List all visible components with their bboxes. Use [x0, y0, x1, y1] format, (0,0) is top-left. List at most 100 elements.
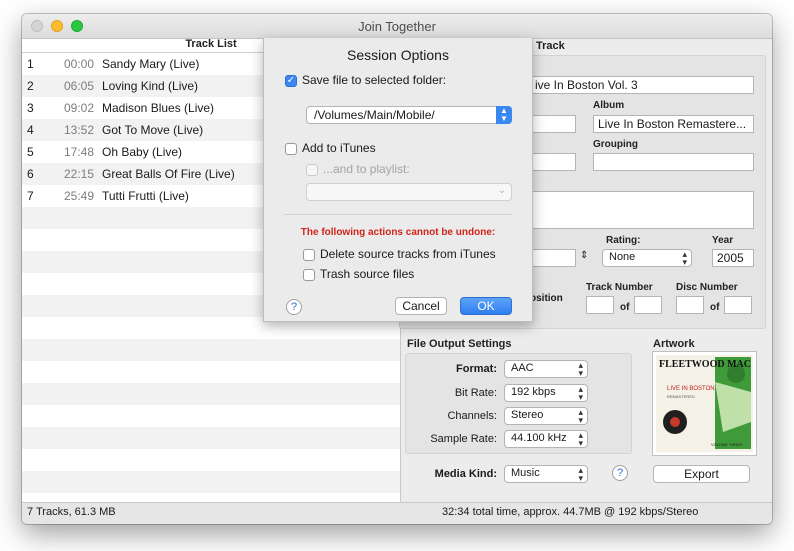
- empty-row: [22, 427, 400, 449]
- trash-source-files-checkbox[interactable]: [303, 269, 315, 281]
- channels-label: Channels:: [447, 410, 497, 422]
- rating-value: None: [609, 251, 636, 263]
- chevron-updown-icon: ▴ ▾: [578, 384, 583, 402]
- cover-album-text: LIVE IN BOSTON: [667, 386, 715, 392]
- channels-value: Stereo: [511, 409, 544, 421]
- composer-field[interactable]: [530, 153, 576, 171]
- status-output-summary: 32:34 total time, approx. 44.7MB @ 192 k…: [442, 506, 699, 518]
- media-kind-popup[interactable]: Music ▴ ▾: [504, 465, 588, 483]
- track-num: 7: [27, 189, 34, 203]
- disc-number-field[interactable]: [676, 296, 704, 314]
- track-number-field[interactable]: [586, 296, 614, 314]
- folder-value: /Volumes/Main/Mobile/: [314, 108, 435, 122]
- samplerate-label: Sample Rate:: [430, 433, 497, 445]
- track-num: 6: [27, 167, 34, 181]
- empty-row: [22, 339, 400, 361]
- cover-band-text: FLEETWOOD MAC: [659, 359, 751, 370]
- disc-of-label: of: [710, 302, 720, 313]
- empty-row: [22, 449, 400, 471]
- delete-source-tracks-label: Delete source tracks from iTunes: [320, 247, 496, 261]
- track-time: 25:49: [63, 189, 94, 203]
- track-name: Great Balls Of Fire (Live): [102, 167, 235, 181]
- artwork-section-title: Artwork: [653, 338, 695, 350]
- empty-row: [22, 471, 400, 493]
- track-time: 09:02: [63, 101, 94, 115]
- status-bar: 7 Tracks, 61.3 MB 32:34 total time, appr…: [22, 502, 772, 524]
- track-count-field[interactable]: [634, 296, 662, 314]
- add-to-playlist-checkbox[interactable]: [306, 164, 318, 176]
- chevron-updown-icon: ▴ ▾: [682, 249, 687, 267]
- year-label: Year: [712, 235, 734, 246]
- separator: [284, 214, 512, 215]
- trash-source-files-label: Trash source files: [320, 267, 415, 281]
- sheet-title: Session Options: [347, 47, 449, 63]
- album-field[interactable]: Live In Boston Remastere...: [593, 115, 754, 133]
- grouping-label: Grouping: [593, 139, 638, 150]
- track-time: 22:15: [63, 167, 94, 181]
- rating-label: Rating:: [606, 235, 641, 246]
- album-cover-image: FLEETWOOD MAC LIVE IN BOSTON REMASTERED …: [656, 355, 753, 452]
- track-num: 3: [27, 101, 34, 115]
- track-time: 00:00: [63, 57, 94, 71]
- save-to-folder-checkbox[interactable]: ✓: [285, 75, 297, 87]
- channels-popup[interactable]: Stereo ▴ ▾: [504, 407, 588, 425]
- chevron-down-icon: ⌄: [497, 185, 506, 196]
- question-mark-icon[interactable]: ?: [286, 299, 302, 315]
- bitrate-label: Bit Rate:: [454, 387, 497, 399]
- track-time: 06:05: [63, 79, 94, 93]
- genre-stepper-icon[interactable]: ⇕: [580, 250, 588, 261]
- cancel-button[interactable]: Cancel: [395, 297, 447, 315]
- grouping-field[interactable]: [593, 153, 754, 171]
- track-num: 2: [27, 79, 34, 93]
- position-label: osition: [530, 293, 563, 304]
- playlist-popup[interactable]: ⌄: [306, 183, 512, 201]
- samplerate-value: 44.100 kHz: [511, 432, 567, 444]
- track-time: 17:48: [63, 145, 94, 159]
- track-of-label: of: [620, 302, 630, 313]
- cover-sub-text: REMASTERED: [667, 394, 695, 399]
- delete-source-tracks-checkbox[interactable]: [303, 249, 315, 261]
- media-kind-label: Media Kind:: [434, 468, 497, 480]
- track-name: Tutti Frutti (Live): [102, 189, 189, 203]
- irreversible-warning: The following actions cannot be undone:: [300, 227, 496, 238]
- genre-field[interactable]: [530, 249, 576, 267]
- disc-number-label: Disc Number: [676, 282, 738, 293]
- track-num: 1: [27, 57, 34, 71]
- format-value: AAC: [511, 362, 534, 374]
- artwork-well[interactable]: FLEETWOOD MAC LIVE IN BOSTON REMASTERED …: [652, 351, 757, 456]
- track-time: 13:52: [63, 123, 94, 137]
- format-popup[interactable]: AAC ▴ ▾: [504, 360, 588, 378]
- output-section-title: File Output Settings: [407, 338, 512, 350]
- export-button[interactable]: Export: [653, 465, 750, 483]
- comments-field[interactable]: [530, 191, 754, 229]
- chevron-updown-icon: ▴ ▾: [578, 407, 583, 425]
- chevron-updown-icon: ▴ ▾: [578, 360, 583, 378]
- cover-volume-text: VOLUME THREE: [711, 442, 743, 447]
- disc-count-field[interactable]: [724, 296, 752, 314]
- track-name: Oh Baby (Live): [102, 145, 183, 159]
- media-kind-value: Music: [511, 467, 540, 479]
- empty-row: [22, 383, 400, 405]
- track-name-field[interactable]: ive In Boston Vol. 3: [530, 76, 754, 94]
- year-field[interactable]: 2005: [712, 249, 754, 267]
- bitrate-popup[interactable]: 192 kbps ▴ ▾: [504, 384, 588, 402]
- artist-field[interactable]: [530, 115, 576, 133]
- chevron-updown-icon: ▴ ▾: [578, 465, 583, 483]
- bitrate-value: 192 kbps: [511, 386, 556, 398]
- track-name: Madison Blues (Live): [102, 101, 215, 115]
- samplerate-popup[interactable]: 44.100 kHz ▴ ▾: [504, 430, 588, 448]
- track-num: 4: [27, 123, 34, 137]
- ok-button[interactable]: OK: [460, 297, 512, 315]
- window-title: Join Together: [358, 19, 436, 34]
- question-mark-icon[interactable]: ?: [612, 465, 628, 481]
- chevron-updown-icon: ▴ ▾: [578, 430, 583, 448]
- add-to-itunes-checkbox[interactable]: [285, 143, 297, 155]
- rating-popup[interactable]: None ▴ ▾: [602, 249, 692, 267]
- add-to-itunes-label: Add to iTunes: [302, 141, 376, 155]
- title-bar[interactable]: Join Together: [22, 14, 772, 39]
- empty-row: [22, 361, 400, 383]
- empty-row: [22, 405, 400, 427]
- track-name: Loving Kind (Live): [102, 79, 199, 93]
- folder-popup[interactable]: /Volumes/Main/Mobile/ ▲ ▼: [306, 106, 512, 124]
- chevron-updown-icon: ▲ ▼: [496, 106, 512, 124]
